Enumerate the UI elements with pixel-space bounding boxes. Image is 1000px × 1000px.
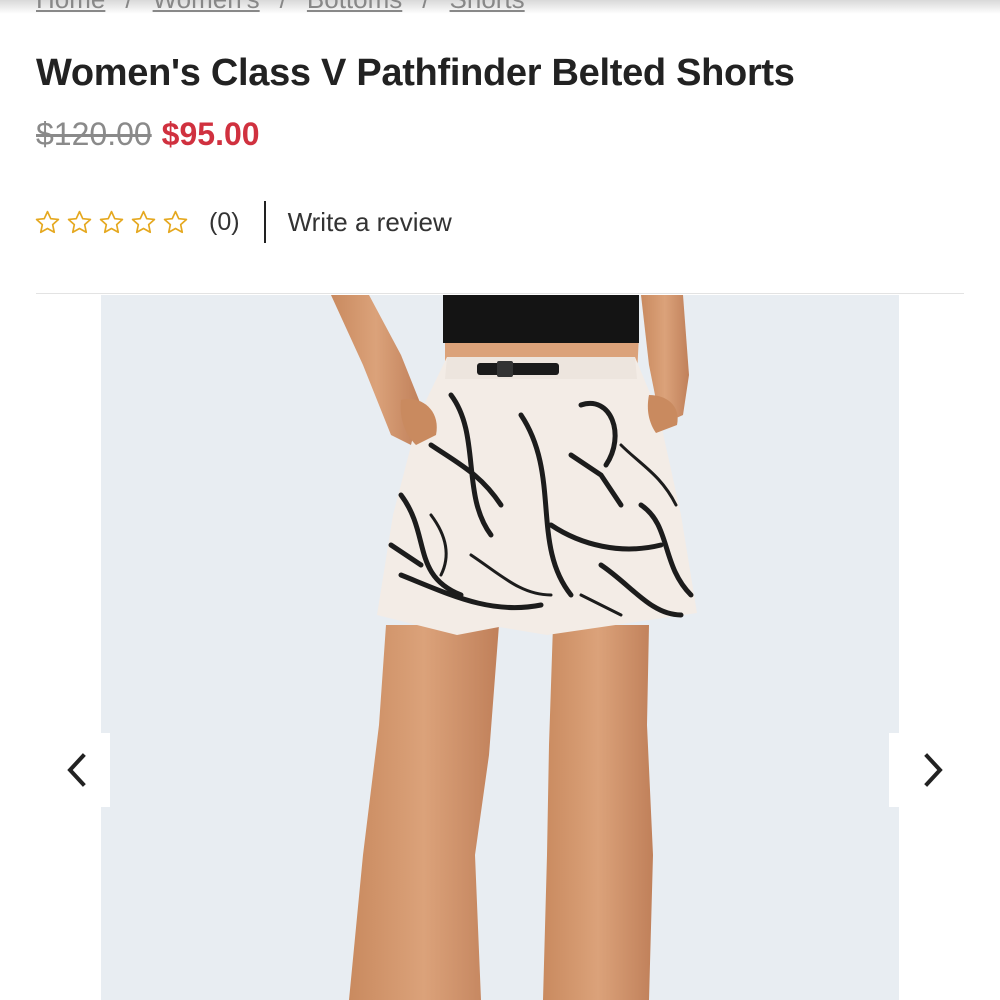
- product-image[interactable]: [101, 295, 899, 1000]
- star-rating[interactable]: [34, 209, 189, 236]
- chevron-left-icon[interactable]: [56, 750, 96, 790]
- breadcrumb-shorts[interactable]: Shorts: [450, 0, 525, 15]
- breadcrumb-separator: /: [125, 0, 132, 15]
- star-outline-icon: [99, 210, 124, 233]
- chevron-right-icon[interactable]: [914, 750, 954, 790]
- breadcrumb-home[interactable]: Home: [36, 0, 105, 15]
- breadcrumb-separator: /: [280, 0, 287, 15]
- star-outline-icon: [163, 210, 188, 233]
- original-price: $120.00: [36, 116, 152, 152]
- breadcrumb: Home / Women's / Bottoms / Shorts: [36, 0, 525, 15]
- write-review-link[interactable]: Write a review: [288, 207, 452, 238]
- sale-price: $95.00: [161, 116, 260, 152]
- rating-row: (0) Write a review: [34, 200, 452, 244]
- star-outline-icon: [35, 210, 60, 233]
- divider: [263, 201, 266, 243]
- price-block: $120.00 $95.00: [36, 116, 260, 153]
- product-photo-illustration: [101, 295, 899, 1000]
- breadcrumb-womens[interactable]: Women's: [153, 0, 260, 15]
- section-divider: [36, 293, 964, 294]
- product-title: Women's Class V Pathfinder Belted Shorts: [36, 52, 795, 94]
- star-outline-icon: [131, 210, 156, 233]
- gallery-next-button[interactable]: [889, 733, 911, 807]
- breadcrumb-bottoms[interactable]: Bottoms: [307, 0, 402, 15]
- breadcrumb-separator: /: [422, 0, 429, 15]
- star-outline-icon: [67, 210, 92, 233]
- review-count[interactable]: (0): [209, 208, 240, 237]
